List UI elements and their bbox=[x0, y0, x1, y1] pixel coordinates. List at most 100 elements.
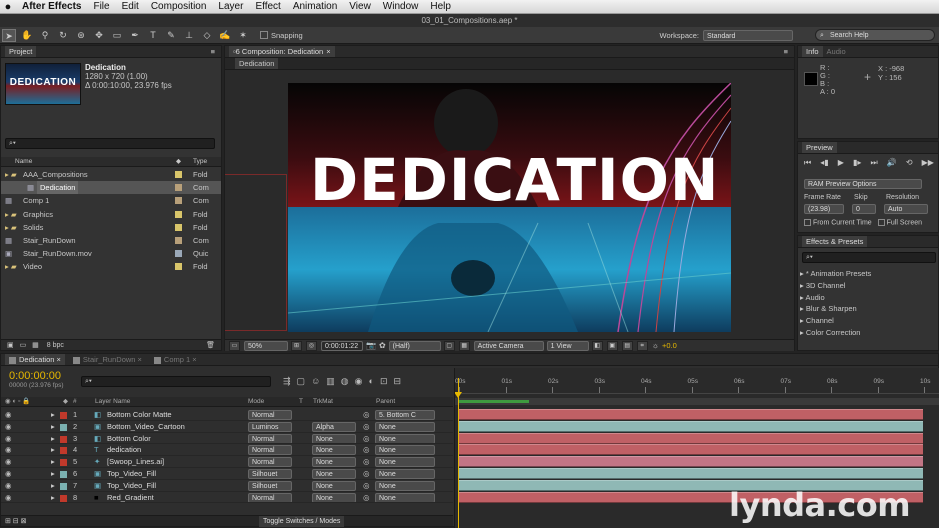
label-swatch[interactable] bbox=[175, 237, 182, 244]
visibility-eye-icon[interactable]: ◉ bbox=[5, 480, 12, 491]
label-swatch[interactable] bbox=[175, 210, 182, 218]
time-ruler[interactable]: 00s 01s 02s 03s 04s 05s 06s 07s 08s 09s 10s bbox=[455, 378, 939, 394]
hand-tool-icon[interactable]: ✋ bbox=[20, 29, 34, 42]
layer-label-swatch[interactable] bbox=[60, 482, 67, 490]
always-preview-icon[interactable]: ▭ bbox=[229, 340, 240, 351]
expand-triangle-icon[interactable]: ▸ bbox=[51, 421, 55, 432]
interpret-footage-icon[interactable]: ▣ bbox=[7, 342, 14, 349]
parent-pickwhip-icon[interactable]: ◎ bbox=[363, 456, 370, 467]
parent-pickwhip-icon[interactable]: ◎ bbox=[363, 433, 370, 444]
region-of-interest-icon[interactable]: ▢ bbox=[443, 340, 455, 351]
snapping-checkbox[interactable] bbox=[260, 31, 268, 39]
label-swatch[interactable] bbox=[175, 223, 182, 231]
panel-menu-icon[interactable]: ≡ bbox=[211, 46, 215, 57]
exposure-value[interactable]: +0.0 bbox=[662, 341, 677, 350]
time-stretch-icon[interactable]: ⊡ bbox=[380, 376, 388, 388]
timeline-tab[interactable]: Stair_RunDown × bbox=[69, 354, 146, 365]
visibility-eye-icon[interactable]: ◉ bbox=[5, 492, 12, 503]
project-search-input[interactable]: ⌕▾ bbox=[5, 138, 215, 149]
camera-dropdown[interactable]: Active Camera bbox=[473, 340, 544, 351]
next-frame-icon[interactable]: ▮▸ bbox=[853, 158, 861, 168]
label-swatch[interactable] bbox=[175, 184, 182, 192]
mode-dropdown[interactable]: Normal bbox=[248, 492, 292, 503]
menu-window[interactable]: Window bbox=[377, 1, 425, 12]
parent-dropdown[interactable]: None bbox=[375, 480, 435, 491]
parent-pickwhip-icon[interactable]: ◎ bbox=[363, 480, 370, 491]
visibility-eye-icon[interactable]: ◉ bbox=[5, 444, 12, 455]
menu-help[interactable]: Help bbox=[424, 1, 457, 12]
new-folder-icon[interactable]: ▭ bbox=[20, 342, 27, 349]
trkmat-dropdown[interactable]: Alpha bbox=[312, 421, 356, 432]
audio-icon[interactable]: 🔊 bbox=[887, 158, 897, 168]
label-swatch[interactable] bbox=[175, 197, 182, 205]
layer-label-swatch[interactable] bbox=[60, 447, 67, 455]
comp-subtab[interactable]: Dedication bbox=[235, 58, 279, 69]
col-name[interactable]: Name bbox=[15, 157, 32, 167]
timeline-search-input[interactable]: ⌕▾ bbox=[81, 376, 271, 387]
view-layout-dropdown[interactable]: 1 View bbox=[546, 340, 589, 351]
tab-audio[interactable]: Audio bbox=[823, 46, 850, 57]
parent-dropdown[interactable]: None bbox=[375, 421, 435, 432]
trkmat-dropdown[interactable]: None bbox=[312, 457, 356, 468]
workspace-dropdown[interactable]: Standard bbox=[703, 29, 793, 41]
menu-composition[interactable]: Composition bbox=[145, 1, 213, 12]
project-item[interactable]: ▸ ▰ Solids Fold bbox=[1, 221, 221, 234]
tab-info[interactable]: Info bbox=[802, 46, 823, 57]
panel-menu-icon[interactable]: ≡ bbox=[784, 46, 788, 57]
visibility-eye-icon[interactable]: ◉ bbox=[5, 433, 12, 444]
trkmat-dropdown[interactable]: None bbox=[312, 445, 356, 456]
selection-tool-icon[interactable]: ➤ bbox=[2, 28, 16, 42]
col-mode[interactable]: Mode bbox=[248, 397, 264, 407]
parent-dropdown[interactable]: None bbox=[375, 445, 435, 456]
comp-timecode[interactable]: 0:00:01:22 bbox=[321, 340, 363, 351]
loop-icon[interactable]: ⟲ bbox=[906, 158, 913, 168]
visibility-eye-icon[interactable]: ◉ bbox=[5, 468, 12, 479]
exposure-icon[interactable]: ☼ bbox=[652, 341, 659, 350]
work-area-bar[interactable] bbox=[455, 398, 939, 405]
play-icon[interactable]: ▶ bbox=[838, 158, 844, 168]
roto-tool-icon[interactable]: ✍ bbox=[218, 29, 232, 42]
transparency-grid-icon[interactable]: ▦ bbox=[458, 340, 470, 351]
toggle-pixel-aspect-icon[interactable]: ◧ bbox=[591, 340, 603, 351]
fast-previews-icon[interactable]: ▣ bbox=[606, 340, 618, 351]
lock-icon[interactable]: ▫6 bbox=[233, 47, 242, 56]
skip-dropdown[interactable]: 0 bbox=[852, 204, 876, 214]
mode-dropdown[interactable]: Normal bbox=[248, 433, 292, 444]
eraser-tool-icon[interactable]: ◇ bbox=[200, 29, 214, 42]
frame-blending-icon[interactable]: ▥ bbox=[326, 376, 335, 388]
rotate-tool-icon[interactable]: ↻ bbox=[56, 29, 70, 42]
timeline-tab[interactable]: Dedication × bbox=[5, 354, 65, 365]
visibility-eye-icon[interactable]: ◉ bbox=[5, 421, 12, 432]
bpc-label[interactable]: 8 bpc bbox=[47, 342, 64, 349]
menu-file[interactable]: File bbox=[87, 1, 115, 12]
col-layer-name[interactable]: Layer Name bbox=[95, 397, 130, 407]
layer-label-swatch[interactable] bbox=[60, 423, 67, 431]
pen-tool-icon[interactable]: ✒ bbox=[128, 29, 142, 42]
close-icon[interactable]: × bbox=[326, 47, 330, 56]
lock-layers-icon[interactable]: ⊟ bbox=[393, 376, 401, 388]
parent-dropdown[interactable]: None bbox=[375, 457, 435, 468]
expand-triangle-icon[interactable]: ▸ bbox=[51, 409, 55, 420]
new-comp-icon[interactable]: ▦ bbox=[32, 342, 39, 349]
parent-dropdown[interactable]: 5. Bottom C bbox=[375, 410, 435, 420]
effects-category[interactable]: ▸ Color Correction bbox=[800, 326, 938, 339]
puppet-tool-icon[interactable]: ✶ bbox=[236, 29, 250, 42]
brush-tool-icon[interactable]: ✎ bbox=[164, 29, 178, 42]
ram-preview-options-dropdown[interactable]: RAM Preview Options bbox=[804, 179, 922, 189]
expand-triangle-icon[interactable]: ▸ bbox=[51, 480, 55, 491]
brainstorm-icon[interactable]: ◉ bbox=[355, 376, 363, 388]
snapshot-icon[interactable]: 📷 bbox=[366, 341, 376, 350]
timeline-layer-row[interactable]: ◉ ▸ 1 ◧ Bottom Color Matte Normal ◎ 5. Bottom C bbox=[1, 409, 453, 421]
ram-preview-icon[interactable]: ▶▶ bbox=[922, 158, 934, 168]
mode-dropdown[interactable]: Silhouet bbox=[248, 480, 292, 491]
col-parent[interactable]: Parent bbox=[376, 397, 395, 407]
layer-label-swatch[interactable] bbox=[60, 435, 67, 443]
project-item[interactable]: ▸ ▰ Graphics Fold bbox=[1, 208, 221, 221]
layer-duration-bar[interactable] bbox=[459, 468, 923, 479]
clone-tool-icon[interactable]: ⊥ bbox=[182, 29, 196, 42]
tab-preview[interactable]: Preview bbox=[802, 142, 837, 153]
full-screen-checkbox[interactable] bbox=[877, 219, 885, 226]
project-item[interactable]: ▦ Stair_RunDown Com bbox=[1, 234, 221, 247]
layer-label-swatch[interactable] bbox=[60, 412, 67, 419]
mode-dropdown[interactable]: Silhouet bbox=[248, 469, 292, 479]
